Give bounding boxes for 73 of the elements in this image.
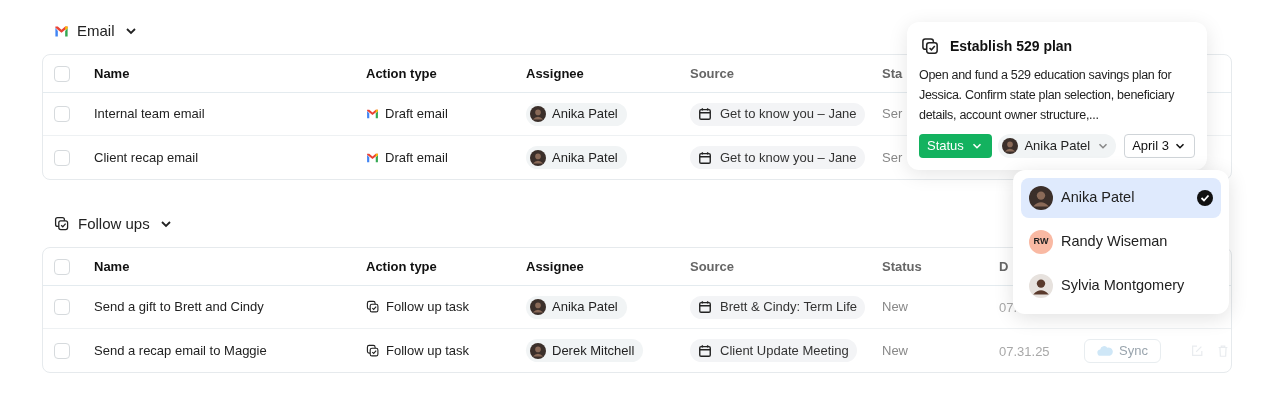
task-name: Client recap email xyxy=(94,148,199,167)
task-name: Send a gift to Brett and Cindy xyxy=(94,298,264,317)
column-header: Source xyxy=(690,257,735,276)
task-icon xyxy=(921,37,940,56)
due-date-dropdown[interactable]: April 3 xyxy=(1124,134,1195,158)
initials-avatar: RW xyxy=(1029,230,1053,254)
task-name: Internal team email xyxy=(94,105,205,124)
avatar-icon xyxy=(1029,186,1053,210)
menu-item[interactable]: Sylvia Montgomery xyxy=(1021,266,1221,306)
column-header: Name xyxy=(94,257,130,276)
checkbox[interactable] xyxy=(54,258,70,275)
source-chip[interactable]: Get to know you – Jane xyxy=(690,102,865,126)
task-icon xyxy=(366,343,380,358)
source-chip[interactable]: Get to know you – Jane xyxy=(690,146,865,169)
column-header: Name xyxy=(94,64,130,83)
avatar-icon xyxy=(1002,138,1019,154)
column-header: Action type xyxy=(366,257,437,276)
column-header: Sta xyxy=(882,64,903,83)
action-type: Follow up task xyxy=(386,341,470,360)
column-header: D xyxy=(999,257,1009,276)
calendar-icon xyxy=(698,150,712,165)
section-toggle[interactable]: Email xyxy=(42,18,139,44)
cloud-icon xyxy=(1097,344,1113,357)
checkbox[interactable] xyxy=(54,299,70,315)
avatar-icon xyxy=(1029,274,1053,298)
task-name: Send a recap email to Maggie xyxy=(94,341,267,360)
assignee-dropdown[interactable]: Anika Patel xyxy=(998,134,1117,158)
calendar-icon xyxy=(698,107,712,121)
checkbox[interactable] xyxy=(54,342,70,359)
task-icon xyxy=(54,216,70,232)
menu-item[interactable]: RW Randy Wiseman xyxy=(1021,222,1221,262)
task-title: Establish 529 plan xyxy=(950,37,1073,56)
column-header: Assignee xyxy=(526,257,584,276)
assignee-name: Anika Patel xyxy=(1061,188,1135,208)
assignee-name: Sylvia Montgomery xyxy=(1061,276,1185,296)
status-text: Ser xyxy=(882,148,903,167)
status-text: New xyxy=(882,341,908,360)
gmail-icon xyxy=(366,152,379,163)
assignee-chip[interactable]: Derek Mitchell xyxy=(526,339,644,362)
status-text: New xyxy=(882,298,908,317)
assignee-chip[interactable]: Anika Patel xyxy=(526,146,627,169)
trash-icon[interactable] xyxy=(1216,343,1230,358)
avatar-icon xyxy=(530,342,546,359)
gmail-icon xyxy=(54,25,69,37)
assignee-name: Randy Wiseman xyxy=(1061,232,1168,252)
date-text: 07.31.25 xyxy=(999,343,1050,359)
column-header: Source xyxy=(690,64,735,83)
date-text: 07. xyxy=(999,300,1018,315)
check-icon xyxy=(1197,190,1213,206)
avatar-icon xyxy=(530,299,546,315)
calendar-icon xyxy=(698,300,712,314)
action-type: Draft email xyxy=(385,105,448,124)
action-type: Follow up task xyxy=(386,298,470,317)
status-text: Ser xyxy=(882,105,903,124)
source-chip[interactable]: Client Update Meeting xyxy=(690,339,857,362)
menu-item[interactable]: Anika Patel xyxy=(1021,178,1221,218)
checkbox[interactable] xyxy=(54,106,70,122)
calendar-icon xyxy=(698,343,712,358)
checkbox[interactable] xyxy=(54,65,70,82)
assignee-chip[interactable]: Anika Patel xyxy=(526,102,627,126)
gmail-icon xyxy=(366,109,379,119)
avatar-icon xyxy=(530,149,546,166)
avatar-icon xyxy=(530,106,546,122)
column-header: Assignee xyxy=(526,64,584,83)
source-chip[interactable]: Brett & Cindy: Term Life xyxy=(690,295,866,319)
assignee-chip[interactable]: Anika Patel xyxy=(526,295,627,319)
task-description: Open and fund a 529 education savings plan for Jessica. Confirm state plan selection, beneficiary details, account owner structure,... xyxy=(919,67,1176,124)
checkbox[interactable] xyxy=(54,149,70,166)
column-header: Status xyxy=(882,257,922,276)
task-icon xyxy=(366,300,380,314)
column-header: Action type xyxy=(366,64,437,83)
section-toggle[interactable]: Follow ups xyxy=(42,211,174,237)
action-type: Draft email xyxy=(385,148,448,167)
